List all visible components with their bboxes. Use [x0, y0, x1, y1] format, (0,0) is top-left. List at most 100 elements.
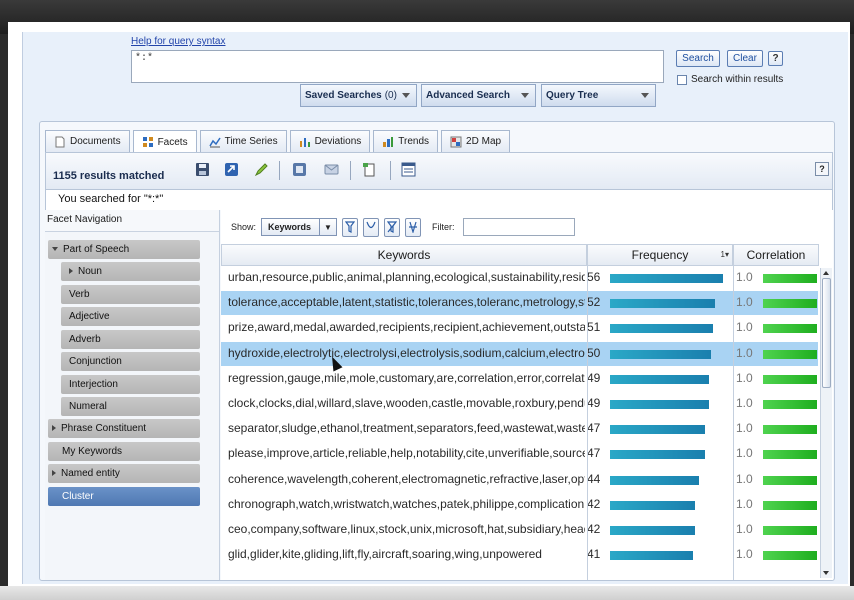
table-row[interactable]: please,improve,article,reliable,help,not… [221, 442, 818, 466]
keywords-column-header[interactable]: Keywords [221, 244, 587, 266]
show-select-value: Keywords [268, 222, 312, 232]
facet-noun[interactable]: Noun [61, 262, 200, 281]
new-document-icon[interactable] [362, 162, 377, 177]
facet-phrase-constituent[interactable]: Phrase Constituent [48, 419, 200, 438]
facet-numeral[interactable]: Numeral [61, 397, 200, 416]
deviations-icon [299, 137, 310, 147]
show-select[interactable]: Keywords ▼ [261, 218, 337, 236]
facet-adverb[interactable]: Adverb [61, 330, 200, 349]
table-row[interactable]: hydroxide,electrolytic,electrolysi,elect… [221, 341, 818, 366]
frequency-cell: 44 [587, 471, 601, 486]
search-within-results[interactable]: Search within results [677, 74, 783, 85]
frequency-cell: 47 [587, 446, 601, 461]
table-vertical-scrollbar[interactable] [820, 268, 832, 578]
advanced-search-dropdown[interactable]: Advanced Search [421, 84, 536, 107]
exclude-filter-icon [386, 221, 397, 233]
query-tree-dropdown[interactable]: Query Tree [541, 84, 656, 107]
facet-adjective[interactable]: Adjective [61, 307, 200, 326]
column-divider [587, 244, 588, 580]
searched-for-text: You searched for "*:*" [45, 190, 833, 210]
correlation-cell: 1.0 [736, 345, 753, 360]
chevron-down-icon [641, 93, 649, 98]
facet-label: Phrase Constituent [61, 423, 147, 434]
frequency-bar [610, 349, 711, 359]
facet-label: Verb [69, 289, 90, 300]
frequency-cell: 41 [587, 547, 601, 562]
correlation-cell: 1.0 [736, 396, 753, 410]
table-row[interactable]: tolerance,acceptable,latent,statistic,to… [221, 291, 818, 316]
table-row[interactable]: urban,resource,public,animal,planning,ec… [221, 266, 818, 290]
funnel-icon [344, 221, 355, 233]
correlation-cell: 1.0 [736, 421, 753, 436]
table-row[interactable]: glid,glider,kite,gliding,lift,fly,aircra… [221, 543, 818, 567]
table-row[interactable]: clock,clocks,dial,willard,slave,wooden,c… [221, 392, 818, 416]
correlation-bar [763, 299, 817, 309]
table-row[interactable]: ceo,company,software,linux,stock,unix,mi… [221, 518, 818, 542]
search-button[interactable]: Search [676, 50, 720, 67]
table-row[interactable]: coherence,wavelength,coherent,electromag… [221, 468, 818, 492]
table-row[interactable]: chronograph,watch,wristwatch,watches,pat… [221, 493, 818, 517]
clear-button[interactable]: Clear [727, 50, 763, 67]
frequency-bar [610, 400, 709, 409]
filter-clear-button[interactable] [404, 217, 421, 237]
frequency-column-header[interactable]: Frequency 1▾ [587, 244, 733, 266]
include-filter-icon [366, 221, 376, 229]
correlation-cell: 1.0 [736, 270, 753, 284]
email-icon[interactable] [324, 162, 339, 177]
show-label: Show: [231, 222, 257, 232]
facet-named-entity[interactable]: Named entity [48, 464, 200, 483]
tab-trends[interactable]: Trends [373, 130, 439, 152]
tab-time-series[interactable]: Time Series [199, 130, 287, 152]
frequency-cell: 42 [587, 522, 601, 536]
export-icon[interactable] [224, 162, 239, 177]
filter-exclude-button[interactable] [383, 217, 400, 237]
tab-2d-map-label: 2D Map [466, 136, 502, 147]
print-icon[interactable] [292, 162, 307, 177]
frequency-bar [610, 425, 705, 435]
facet-interjection[interactable]: Interjection [61, 375, 200, 394]
facet-label: Interjection [69, 379, 118, 390]
tab-documents[interactable]: Documents [45, 130, 130, 152]
facet-label: My Keywords [62, 446, 123, 457]
time-series-icon [208, 137, 221, 147]
correlation-cell: 1.0 [736, 471, 753, 486]
query-help-button[interactable]: ? [768, 51, 783, 66]
saved-searches-dropdown[interactable]: Saved Searches (0) [300, 84, 417, 107]
scroll-down-arrow-icon[interactable] [823, 571, 829, 575]
correlation-cell: 1.0 [736, 522, 753, 536]
filter-input[interactable] [463, 218, 576, 236]
tab-deviations[interactable]: Deviations [289, 130, 371, 152]
search-within-checkbox[interactable] [677, 74, 687, 85]
scroll-up-arrow-icon[interactable] [823, 271, 829, 275]
correlation-cell: 1.0 [736, 295, 753, 310]
tab-2d-map[interactable]: 2D Map [441, 130, 511, 152]
facet-part-of-speech[interactable]: Part of Speech [48, 240, 200, 259]
query-input[interactable]: *:* [131, 50, 664, 83]
table-row[interactable]: prize,award,medal,awarded,recipients,rec… [221, 316, 818, 340]
collapsed-triangle-icon [52, 470, 56, 477]
table-row[interactable]: regression,gauge,mile,mole,customary,are… [221, 367, 818, 391]
facets-help-button[interactable]: ? [815, 162, 829, 176]
tab-facets[interactable]: Facets [132, 130, 197, 153]
filter-funnel-button[interactable] [341, 217, 358, 237]
frequency-cell: 47 [587, 421, 601, 436]
facet-cluster[interactable]: Cluster [48, 487, 200, 506]
facet-conjunction[interactable]: Conjunction [61, 352, 200, 371]
expanded-triangle-icon [52, 247, 58, 252]
saved-searches-count: (0) [384, 90, 397, 101]
keywords-cell: tolerance,acceptable,latent,statistic,to… [228, 295, 585, 310]
table-row[interactable]: separator,sludge,ethanol,treatment,separ… [221, 417, 818, 441]
save-icon[interactable] [195, 162, 210, 177]
show-filter-bar: Show: Keywords ▼ Filter: [231, 216, 576, 238]
pencil-icon[interactable] [254, 162, 269, 177]
facet-verb[interactable]: Verb [61, 285, 200, 304]
scrollbar-thumb[interactable] [822, 278, 831, 388]
facet-my-keywords[interactable]: My Keywords [48, 442, 200, 461]
filter-include-button[interactable] [362, 217, 379, 237]
facet-label: Noun [78, 266, 102, 277]
query-syntax-help-link[interactable]: Help for query syntax [131, 36, 226, 47]
facet-label: Cluster [62, 491, 94, 502]
table-view-icon[interactable] [401, 162, 416, 177]
correlation-column-header[interactable]: Correlation [733, 244, 819, 266]
keywords-cell: coherence,wavelength,coherent,electromag… [228, 471, 585, 486]
